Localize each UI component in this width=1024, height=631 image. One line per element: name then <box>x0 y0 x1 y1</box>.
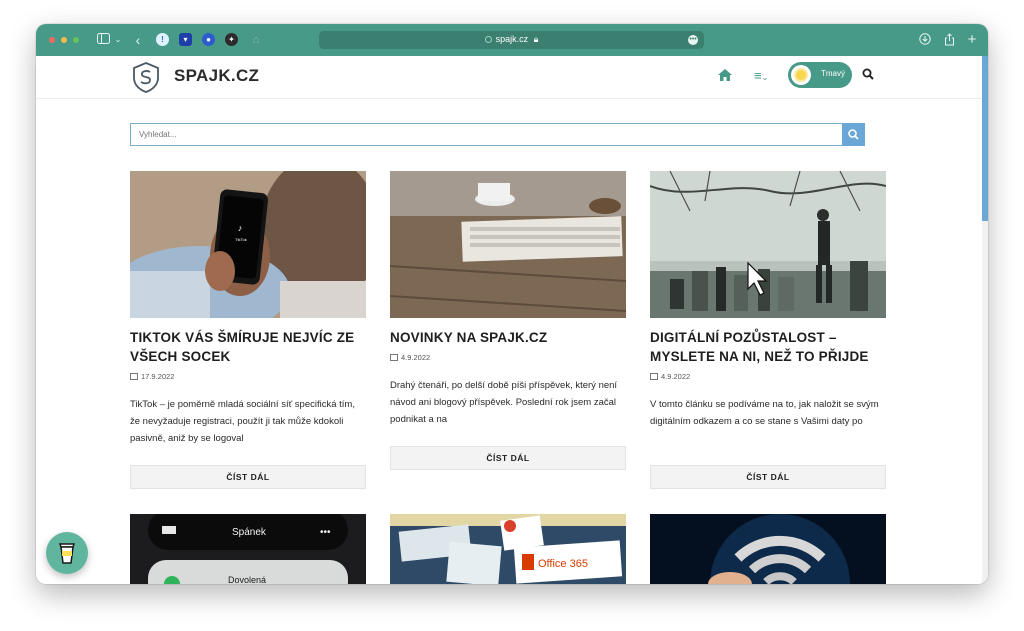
theme-toggle-label: Tmavý <box>821 69 845 78</box>
post-date: 4.9.2022 <box>390 353 430 362</box>
home-icon[interactable]: ⌂ <box>249 33 263 47</box>
site-logo-icon[interactable] <box>132 61 160 93</box>
search-input[interactable] <box>131 124 843 145</box>
favicon-icon <box>484 36 492 43</box>
extension-info-icon[interactable]: ! <box>156 33 169 46</box>
post-card: NOVINKY NA SPAJK.CZ 4.9.2022 Drahý čtená… <box>390 171 626 471</box>
browser-window: ⌄ ‹ ! ▾ ● ✦ ⌂ spajk.cz 🔒︎ ••• + SPAJK.CZ… <box>36 24 988 584</box>
post-excerpt: V tomto článku se podíváme na to, jak na… <box>650 399 879 427</box>
share-icon[interactable] <box>943 33 955 47</box>
office-label: Office 365 <box>538 558 588 570</box>
address-bar[interactable]: spajk.cz 🔒︎ ••• <box>319 31 704 49</box>
post-excerpt: Drahý čtenáři, po delší době píši příspě… <box>390 380 618 425</box>
nav-menu-icon[interactable]: ≡⌄ <box>754 68 768 83</box>
bed-icon <box>162 526 176 534</box>
post-card: ♪ TikTok TIKTOK VÁS ŠMÍRUJE NEJVÍC ZE VŠ… <box>130 171 366 489</box>
sleep-label: Spánek <box>232 527 267 538</box>
minimize-window-button[interactable] <box>61 37 67 43</box>
url-label: spajk.cz <box>495 34 529 44</box>
tiktok-logo-text: TikTok <box>235 237 246 242</box>
extension-globe-icon[interactable]: ● <box>202 33 215 46</box>
post-date: 17.9.2022 <box>130 372 174 381</box>
url-text: spajk.cz 🔒︎ <box>319 34 704 45</box>
sun-icon <box>796 70 806 80</box>
header-search-icon[interactable] <box>862 67 876 81</box>
new-tab-icon[interactable]: + <box>966 32 978 47</box>
read-more-button[interactable]: ČÍST DÁL <box>130 465 366 489</box>
post-card: DIGITÁLNÍ POZŮSTALOST – MYSLETE NA NI, N… <box>650 171 886 489</box>
post-title[interactable]: NOVINKY NA SPAJK.CZ <box>390 328 626 347</box>
search-bar <box>130 123 865 146</box>
read-more-button[interactable]: ČÍST DÁL <box>390 446 626 470</box>
post-excerpt: TikTok – je poměrně mladá sociální síť s… <box>130 399 355 444</box>
post-thumbnail[interactable]: Office 365 <box>390 514 626 584</box>
site-title[interactable]: SPAJK.CZ <box>174 66 259 86</box>
svg-text:♪: ♪ <box>238 223 243 233</box>
sidebar-toggle-icon[interactable] <box>96 33 110 47</box>
post-title[interactable]: DIGITÁLNÍ POZŮSTALOST – MYSLETE NA NI, N… <box>650 328 886 366</box>
post-date-text: 17.9.2022 <box>141 372 175 381</box>
calendar-icon <box>130 373 138 380</box>
search-icon <box>848 129 859 140</box>
scrollbar[interactable] <box>982 56 988 584</box>
scroll-thumb[interactable] <box>982 56 988 221</box>
bitwarden-shield-icon[interactable]: ▾ <box>179 33 192 46</box>
sleep-more-icon: ••• <box>320 527 331 538</box>
nav-home-icon[interactable] <box>718 68 732 84</box>
theme-toggle[interactable]: Tmavý <box>788 62 852 88</box>
search-button[interactable] <box>842 123 865 146</box>
post-thumbnail[interactable]: ♪ TikTok <box>130 171 366 318</box>
close-window-button[interactable] <box>49 37 55 43</box>
chevron-down-icon[interactable]: ⌄ <box>114 33 122 47</box>
post-date: 4.9.2022 <box>650 372 690 381</box>
more-options-icon[interactable]: ••• <box>688 35 698 45</box>
zoom-window-button[interactable] <box>73 37 79 43</box>
browser-toolbar: ⌄ ‹ ! ▾ ● ✦ ⌂ spajk.cz 🔒︎ ••• + <box>36 24 988 56</box>
calendar-icon <box>390 354 398 361</box>
post-thumbnail[interactable] <box>650 171 886 318</box>
post-thumbnail[interactable] <box>650 514 886 584</box>
post-date-text: 4.9.2022 <box>401 353 431 362</box>
coffee-cup-icon <box>58 543 76 564</box>
calendar-icon <box>650 373 658 380</box>
post-title[interactable]: TIKTOK VÁS ŠMÍRUJE NEJVÍC ZE VŠECH SOCEK <box>130 328 366 366</box>
read-more-button[interactable]: ČÍST DÁL <box>650 465 886 489</box>
toggle-knob <box>791 65 811 85</box>
site-header: SPAJK.CZ ≡⌄ Tmavý <box>36 56 982 99</box>
buy-coffee-button[interactable] <box>46 532 88 574</box>
lock-icon: 🔒︎ <box>533 34 539 44</box>
vacation-label: Dovolená <box>228 575 266 584</box>
post-thumbnail[interactable]: Spánek ••• Dovolená <box>130 514 366 584</box>
extension-puzzle-icon[interactable]: ✦ <box>225 33 238 46</box>
back-arrow-icon[interactable]: ‹ <box>133 33 143 47</box>
post-date-text: 4.9.2022 <box>661 372 691 381</box>
download-icon[interactable] <box>919 33 931 47</box>
post-thumbnail[interactable] <box>390 171 626 318</box>
chevron-down-icon: ⌄ <box>761 73 769 82</box>
